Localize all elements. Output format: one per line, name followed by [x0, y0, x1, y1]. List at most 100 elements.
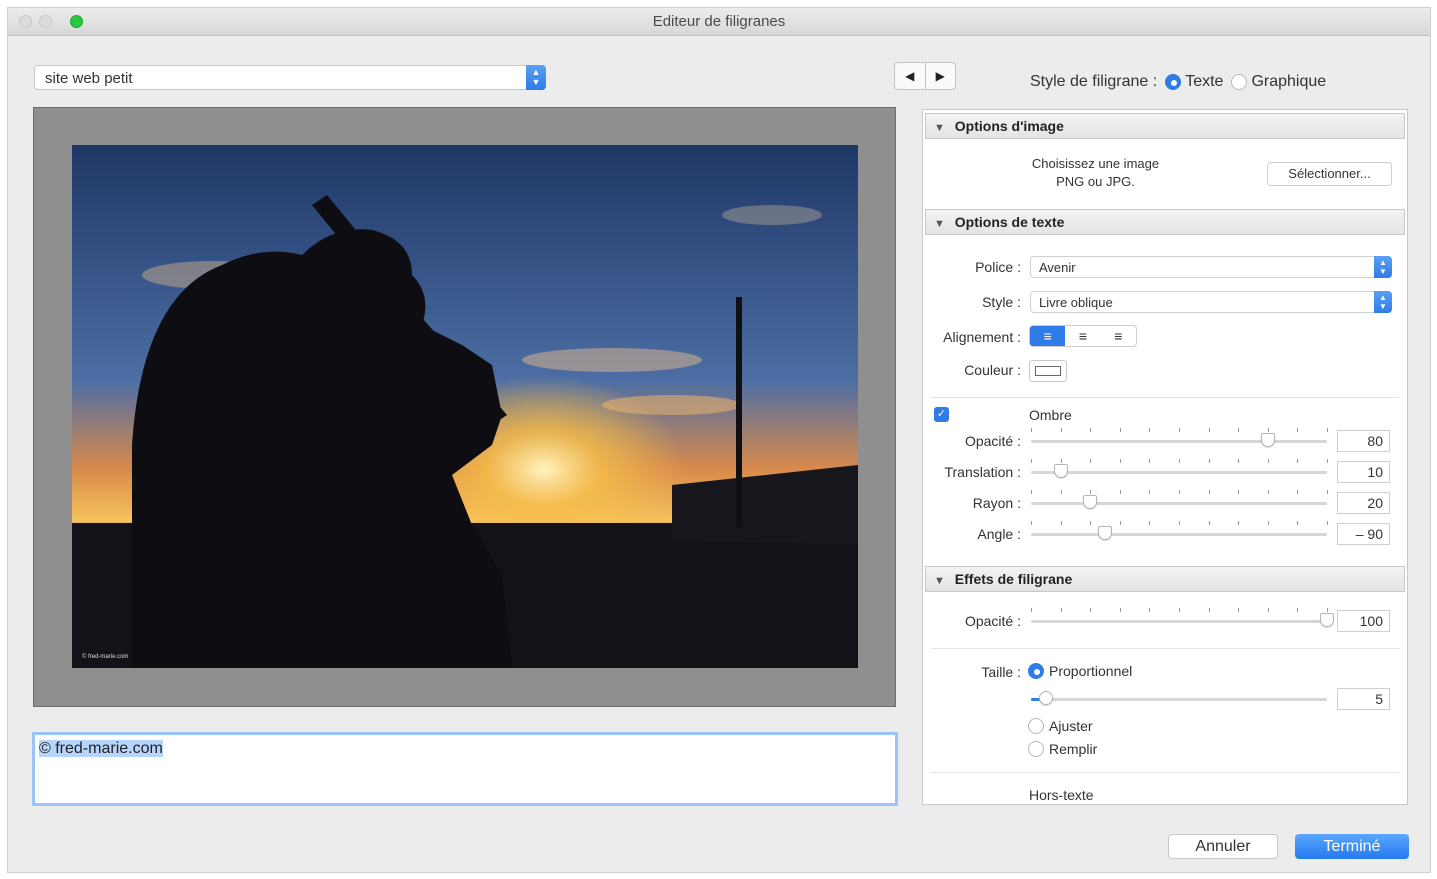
- cancel-button[interactable]: Annuler: [1168, 834, 1278, 859]
- slider-knob[interactable]: [1260, 433, 1275, 447]
- text-options-title: Options de texte: [954, 214, 1065, 230]
- graphic-style-label: Graphique: [1251, 73, 1327, 90]
- font-style-select[interactable]: Livre oblique ▲ ▼: [1030, 291, 1392, 313]
- shadow-radius-slider[interactable]: [1031, 490, 1328, 510]
- shadow-angle-field[interactable]: – 90: [1337, 523, 1390, 545]
- image-hint-line2: PNG ou JPG.: [1056, 174, 1135, 189]
- text-style-radio[interactable]: [1165, 74, 1182, 90]
- effect-opacity-slider[interactable]: [1031, 608, 1334, 628]
- shadow-offset-slider[interactable]: [1031, 459, 1328, 479]
- slider-tick: [1149, 490, 1151, 494]
- disclosure-triangle-icon: ▼: [934, 218, 945, 230]
- disclosure-triangle-icon: ▼: [934, 575, 945, 587]
- watermark-text-input[interactable]: © fred-marie.com: [32, 732, 898, 806]
- slider-tick: [1119, 608, 1121, 612]
- shadow-radius-field[interactable]: 20: [1337, 492, 1390, 514]
- slider-tick: [1179, 490, 1180, 494]
- slider-tick: [1179, 521, 1180, 525]
- font-style-value: Livre oblique: [1039, 295, 1113, 310]
- fill-label: Remplir: [1049, 741, 1098, 757]
- font-select[interactable]: Avenir ▲ ▼: [1030, 256, 1392, 278]
- fit-label: Ajuster: [1049, 718, 1093, 734]
- shadow-opacity-label: Opacité :: [964, 433, 1021, 449]
- image-hint-line1: Choisissez une image: [1031, 156, 1160, 171]
- text-options-header[interactable]: ▼ Options de texte: [925, 209, 1405, 235]
- slider-tick: [1119, 428, 1121, 432]
- previous-image-button[interactable]: ◀: [895, 63, 926, 89]
- slider-tick: [1238, 459, 1240, 463]
- alignment-label: Alignement :: [943, 329, 1021, 345]
- color-label: Couleur :: [964, 362, 1021, 378]
- graphic-style-radio[interactable]: [1231, 74, 1248, 90]
- options-panel: ▼ Options d'image Choisissez une image P…: [922, 109, 1408, 805]
- align-center-icon[interactable]: ≡: [1065, 326, 1100, 346]
- effect-opacity-field[interactable]: 100: [1337, 610, 1390, 632]
- slider-tick: [1327, 459, 1328, 463]
- select-image-button[interactable]: Sélectionner...: [1267, 162, 1392, 186]
- size-field[interactable]: 5: [1337, 688, 1390, 710]
- size-slider[interactable]: [1031, 686, 1327, 706]
- slider-tick: [1060, 608, 1062, 612]
- slider-knob[interactable]: [1053, 464, 1068, 478]
- shadow-angle-label: Angle :: [977, 526, 1021, 542]
- effect-opacity-label: Opacité :: [964, 613, 1021, 629]
- slider-tick: [1149, 428, 1151, 432]
- proportional-option[interactable]: Proportionnel: [1028, 663, 1132, 679]
- fill-option[interactable]: Remplir: [1028, 741, 1097, 757]
- slider-tick: [1179, 459, 1180, 463]
- shadow-checkbox[interactable]: ✓: [934, 407, 949, 422]
- slider-knob[interactable]: [1083, 495, 1098, 509]
- effects-title: Effets de filigrane: [954, 571, 1073, 587]
- slider-knob[interactable]: [1320, 613, 1334, 627]
- divider: [931, 648, 1399, 649]
- slider-tick: [1060, 428, 1062, 432]
- color-swatch[interactable]: [1029, 360, 1067, 382]
- slider-tick: [1267, 521, 1269, 525]
- slider-tick: [1267, 428, 1269, 432]
- align-left-icon[interactable]: ≡: [1030, 326, 1066, 346]
- slider-tick: [1031, 459, 1032, 463]
- slider-tick: [1031, 490, 1032, 494]
- preset-select[interactable]: site web petit ▲ ▼: [34, 65, 546, 90]
- slider-tick: [1090, 428, 1092, 432]
- slider-tick: [1238, 608, 1240, 612]
- slider-tick: [1149, 459, 1151, 463]
- fit-radio[interactable]: [1028, 718, 1044, 734]
- effects-header[interactable]: ▼ Effets de filigrane: [925, 566, 1405, 592]
- shadow-angle-slider[interactable]: [1031, 521, 1328, 541]
- shadow-offset-field[interactable]: 10: [1337, 461, 1390, 483]
- preview-photo: © fred-marie.com: [72, 145, 858, 668]
- style-label: Style :: [982, 294, 1021, 310]
- slider-tick: [1208, 428, 1210, 432]
- slider-tick: [1297, 608, 1299, 612]
- image-options-header[interactable]: ▼ Options d'image: [925, 113, 1405, 139]
- shadow-opacity-field[interactable]: 80: [1337, 430, 1390, 452]
- divider: [931, 772, 1399, 773]
- slider-tick: [1238, 428, 1240, 432]
- preset-stepper-icon[interactable]: ▲ ▼: [526, 65, 546, 90]
- fit-option[interactable]: Ajuster: [1028, 718, 1093, 734]
- watermark-preview: © fred-marie.com: [33, 107, 896, 707]
- slider-tick: [1297, 459, 1299, 463]
- preset-value: site web petit: [45, 70, 133, 87]
- text-style-label: Texte: [1185, 73, 1224, 90]
- preview-nav-buttons: ◀ ▶: [894, 62, 956, 90]
- slider-knob[interactable]: [1098, 526, 1112, 540]
- image-hint: Choisissez une image PNG ou JPG.: [923, 155, 1268, 191]
- shadow-opacity-slider[interactable]: [1031, 428, 1328, 448]
- slider-knob[interactable]: [1038, 691, 1053, 705]
- watermark-editor-window: Editeur de filigranes site web petit ▲▼: [7, 7, 1431, 873]
- fill-radio[interactable]: [1028, 741, 1044, 757]
- align-right-icon[interactable]: ≡: [1101, 326, 1136, 346]
- watermark-style-group: Style de filigrane : Texte Graphique: [1030, 73, 1326, 91]
- slider-tick: [1090, 459, 1092, 463]
- alignment-segmented-control: ≡ ≡ ≡: [1029, 325, 1137, 347]
- proportional-radio[interactable]: [1028, 663, 1044, 679]
- slider-tick: [1060, 490, 1062, 494]
- slider-tick: [1149, 521, 1151, 525]
- next-image-button[interactable]: ▶: [926, 63, 956, 89]
- slider-tick: [1031, 608, 1032, 612]
- slider-tick: [1297, 521, 1299, 525]
- size-label: Taille :: [981, 664, 1021, 680]
- done-button[interactable]: Terminé: [1295, 834, 1409, 859]
